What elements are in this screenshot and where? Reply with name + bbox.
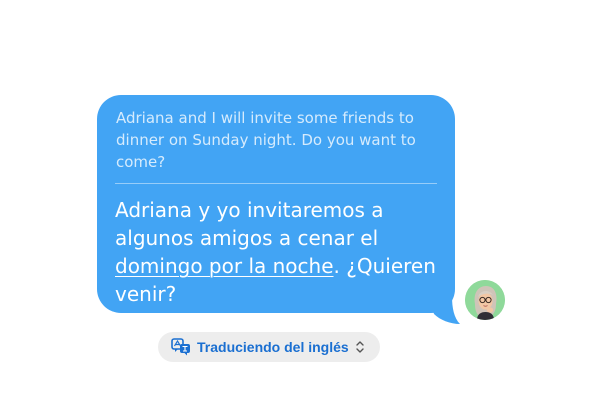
- message-bubble[interactable]: Adriana and I will invite some friends t…: [97, 95, 455, 313]
- translation-status-button[interactable]: Traduciendo del inglés: [158, 332, 380, 362]
- translate-icon: [171, 338, 191, 356]
- date-detected-link[interactable]: domingo por la noche: [115, 254, 334, 278]
- translation-status-label: Traduciendo del inglés: [197, 339, 349, 355]
- original-message-text: Adriana and I will invite some friends t…: [116, 109, 416, 171]
- memoji-avatar-icon: [465, 280, 505, 320]
- translation-divider: [115, 183, 437, 184]
- translated-text-start: Adriana y yo invitaremos a algunos amigo…: [115, 198, 384, 250]
- translated-message-text: Adriana y yo invitaremos a algunos amigo…: [115, 196, 445, 308]
- sender-avatar[interactable]: [465, 280, 505, 320]
- bubble-tail: [428, 296, 460, 324]
- chevron-up-down-icon: [355, 340, 365, 354]
